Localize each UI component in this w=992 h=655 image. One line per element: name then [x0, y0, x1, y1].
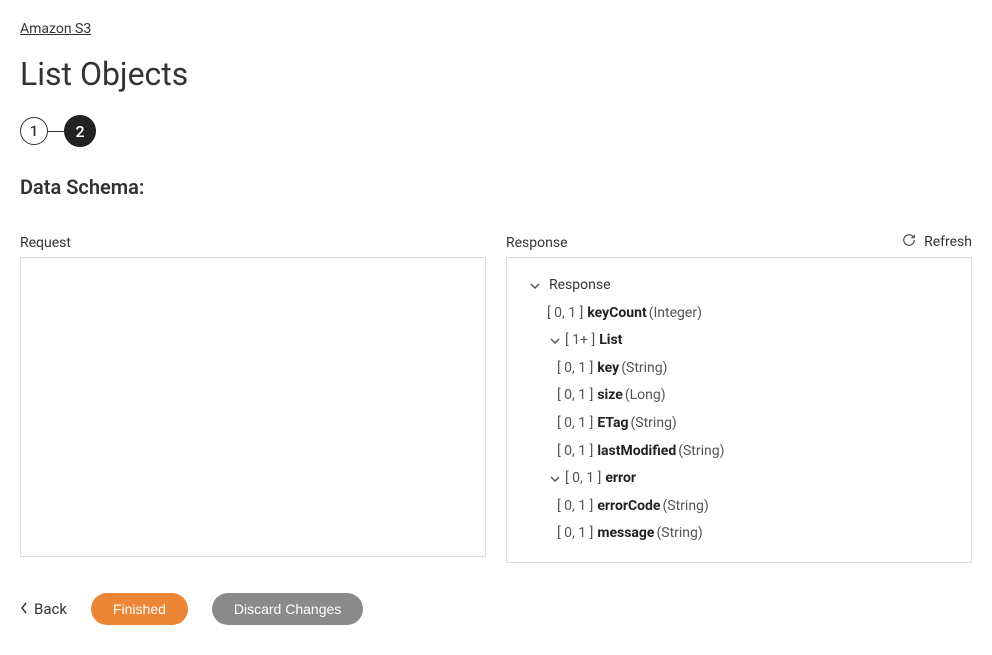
cardinality: [ 0, 1 ] [547, 304, 583, 324]
step-1[interactable]: 1 [20, 117, 48, 145]
cardinality: [ 0, 1 ] [557, 524, 593, 544]
page-title: List Objects [20, 55, 972, 93]
tree-node-size[interactable]: [ 0, 1 ] size (Long) [519, 382, 959, 410]
field-name: key [597, 359, 619, 379]
cardinality: [ 0, 1 ] [565, 469, 601, 489]
discard-button[interactable]: Discard Changes [212, 593, 363, 625]
field-name: lastModified [597, 442, 676, 462]
field-name: List [599, 331, 622, 351]
refresh-button[interactable]: Refresh [902, 233, 972, 251]
cardinality: [ 1+ ] [565, 331, 595, 351]
response-schema-box: Response [ 0, 1 ] keyCount (Integer) [ 1… [506, 257, 972, 563]
field-type: (String) [662, 497, 708, 517]
field-type: (String) [621, 359, 667, 379]
tree-node-key[interactable]: [ 0, 1 ] key (String) [519, 355, 959, 383]
tree-node-errorcode[interactable]: [ 0, 1 ] errorCode (String) [519, 493, 959, 521]
cardinality: [ 0, 1 ] [557, 414, 593, 434]
request-label: Request [20, 235, 71, 251]
chevron-down-icon[interactable] [527, 281, 543, 291]
response-label: Response [506, 235, 568, 251]
back-button[interactable]: Back [20, 600, 67, 618]
field-type: (String) [656, 524, 702, 544]
step-2[interactable]: 2 [64, 115, 96, 147]
field-name: ETag [597, 414, 628, 434]
tree-node-etag[interactable]: [ 0, 1 ] ETag (String) [519, 410, 959, 438]
schema-container: Request Response Refresh Resp [20, 227, 972, 563]
chevron-down-icon[interactable] [547, 336, 563, 346]
field-type: (Integer) [649, 304, 702, 324]
field-type: (String) [631, 414, 677, 434]
tree-node-lastmodified[interactable]: [ 0, 1 ] lastModified (String) [519, 438, 959, 466]
chevron-down-icon[interactable] [547, 474, 563, 484]
request-column: Request [20, 227, 486, 563]
back-label: Back [34, 600, 67, 618]
chevron-left-icon [20, 600, 28, 618]
step-indicator: 1 2 [20, 115, 972, 147]
breadcrumb-link[interactable]: Amazon S3 [20, 21, 91, 37]
request-schema-box [20, 257, 486, 557]
tree-node-error[interactable]: [ 0, 1 ] error [519, 465, 959, 493]
tree-node-list[interactable]: [ 1+ ] List [519, 327, 959, 355]
field-type: (String) [678, 442, 724, 462]
finished-button[interactable]: Finished [91, 593, 188, 625]
field-name: errorCode [597, 497, 660, 517]
refresh-label: Refresh [924, 234, 972, 250]
field-name: error [605, 469, 636, 489]
field-type: (Long) [625, 386, 666, 406]
cardinality: [ 0, 1 ] [557, 497, 593, 517]
field-name: size [597, 386, 622, 406]
tree-node-label: Response [549, 276, 611, 296]
tree-node-message[interactable]: [ 0, 1 ] message (String) [519, 520, 959, 548]
tree-node-response[interactable]: Response [519, 272, 959, 300]
refresh-icon [902, 233, 916, 251]
tree-node-keycount[interactable]: [ 0, 1 ] keyCount (Integer) [519, 300, 959, 328]
step-connector [48, 131, 64, 132]
cardinality: [ 0, 1 ] [557, 386, 593, 406]
footer-buttons: Back Finished Discard Changes [20, 593, 972, 625]
cardinality: [ 0, 1 ] [557, 442, 593, 462]
section-title: Data Schema: [20, 175, 972, 199]
response-column: Response Refresh Response [ 0, 1 ] [506, 227, 972, 563]
cardinality: [ 0, 1 ] [557, 359, 593, 379]
field-name: keyCount [587, 304, 646, 324]
field-name: message [597, 524, 654, 544]
